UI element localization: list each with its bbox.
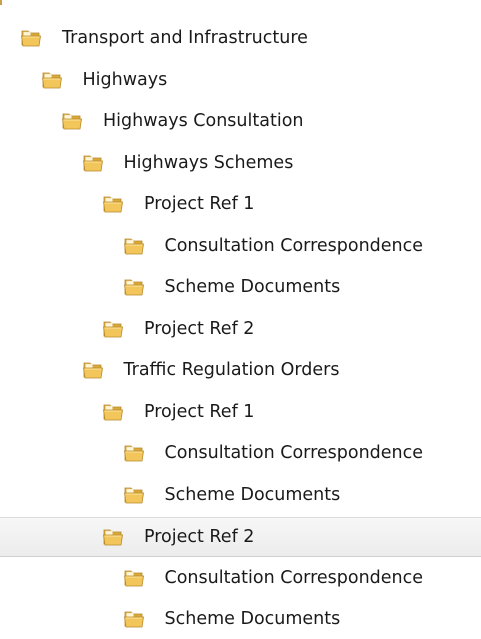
tree-item-label: Highways xyxy=(82,69,168,90)
tree-item-label: Project Ref 2 xyxy=(144,318,255,339)
tree-item-label: Consultation Correspondence xyxy=(164,567,424,588)
tree-item-label: Consultation Correspondence xyxy=(164,235,424,256)
tree-item[interactable]: Highways Consultation xyxy=(0,102,481,142)
tree-item[interactable]: Project Ref 1 xyxy=(0,393,481,433)
tree-item-label: Consultation Correspondence xyxy=(164,443,424,463)
tree-item-label: Project Ref 1 xyxy=(144,194,255,214)
tree-item[interactable]: Scheme Documents xyxy=(0,476,481,516)
tree-item-label: Scheme Documents xyxy=(164,277,341,297)
tree-item[interactable]: Scheme Documents xyxy=(0,600,481,639)
folder-icon xyxy=(123,485,145,505)
folder-icon xyxy=(102,402,124,422)
folder-icon xyxy=(102,319,124,339)
tree-item[interactable]: Project Ref 1 xyxy=(0,185,481,225)
folder-icon xyxy=(123,277,145,297)
tree-item[interactable]: Consultation Correspondence xyxy=(0,434,481,474)
tree-item-label: Highways Schemes xyxy=(123,152,294,173)
tree-item[interactable]: Project Ref 2 xyxy=(0,310,481,350)
folder-icon xyxy=(123,609,145,629)
tree-item-label: Scheme Documents xyxy=(164,484,341,505)
tree-item[interactable]: Highways Schemes xyxy=(0,144,481,184)
tree-item[interactable]: Transport and Infrastructure xyxy=(0,19,481,59)
tree-item-label: Transport and Infrastructure xyxy=(62,28,308,48)
tree-item[interactable]: Consultation Correspondence xyxy=(0,227,481,267)
tree-item-label: Highways Consultation xyxy=(103,111,304,131)
folder-icon xyxy=(123,236,145,256)
tree-item[interactable]: Project Ref 2 xyxy=(0,517,481,557)
tree-edge-mark xyxy=(0,0,2,5)
folder-icon xyxy=(41,70,63,90)
tree-item-label: Scheme Documents xyxy=(164,609,341,629)
folder-icon xyxy=(102,194,124,214)
folder-icon xyxy=(61,111,83,131)
folder-icon xyxy=(20,28,42,48)
folder-icon xyxy=(123,568,145,588)
folder-icon xyxy=(102,527,124,547)
folder-tree: Transport and Infrastructure Highways Hi… xyxy=(0,0,481,639)
tree-item-label: Traffic Regulation Orders xyxy=(123,360,340,380)
folder-icon xyxy=(123,443,145,463)
tree-item[interactable]: Consultation Correspondence xyxy=(0,559,481,599)
tree-item[interactable]: Scheme Documents xyxy=(0,268,481,308)
tree-item[interactable]: Highways xyxy=(0,61,481,101)
tree-item-label: Project Ref 2 xyxy=(144,527,255,547)
tree-item-label: Project Ref 1 xyxy=(144,401,255,422)
folder-icon xyxy=(82,360,104,380)
folder-icon xyxy=(82,153,104,173)
tree-item[interactable]: Traffic Regulation Orders xyxy=(0,351,481,391)
